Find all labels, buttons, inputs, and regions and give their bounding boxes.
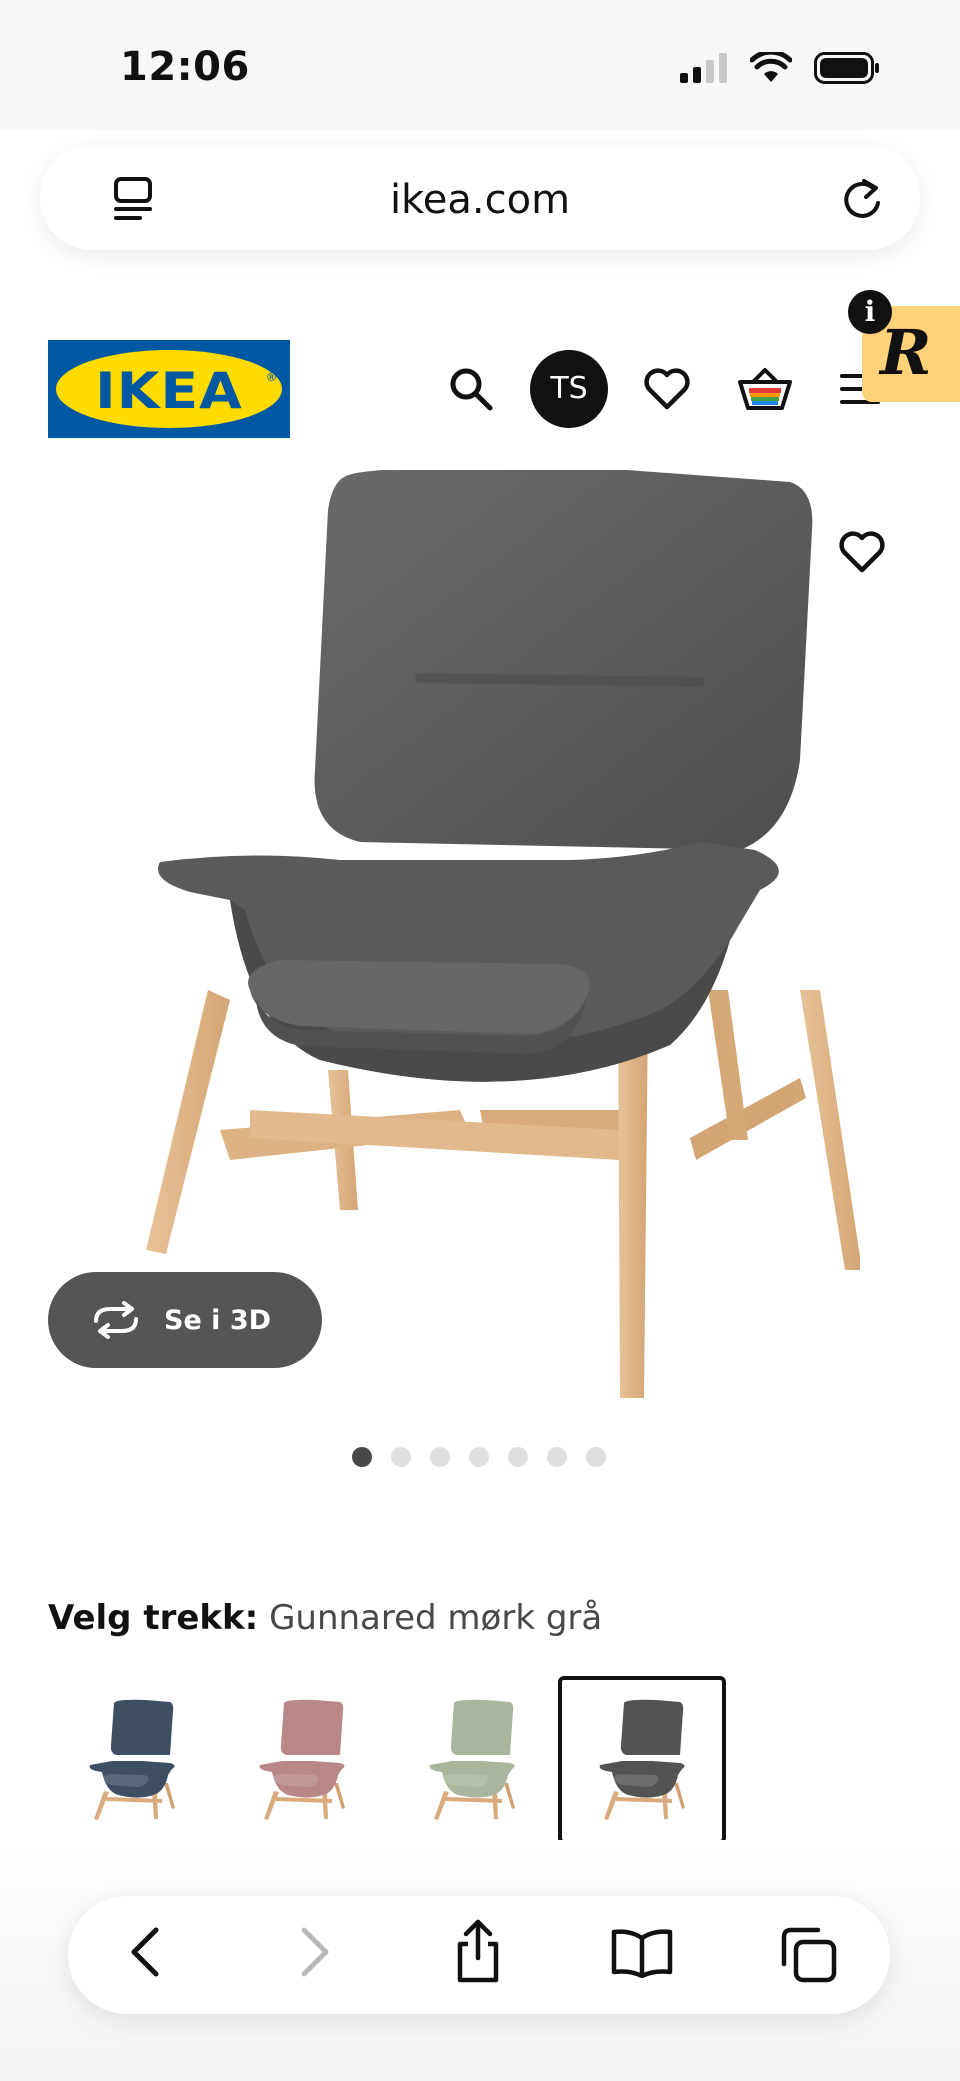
extension-badge-letter: R: [880, 316, 932, 389]
carousel-dot[interactable]: [586, 1447, 606, 1467]
variant-label: Velg trekk: Gunnared mørk grå: [48, 1598, 602, 1638]
bookmarks-icon[interactable]: [610, 1928, 674, 1978]
reload-icon[interactable]: [838, 173, 886, 223]
chair-thumbnail: [599, 1699, 685, 1820]
browser-toolbar: [68, 1896, 890, 2014]
search-icon[interactable]: [448, 366, 494, 412]
cellular-signal-icon: [680, 53, 727, 83]
logo-registered-mark: ®: [267, 370, 276, 384]
variant-swatch[interactable]: [218, 1676, 386, 1844]
carousel-dot[interactable]: [391, 1447, 411, 1467]
wifi-icon: [750, 52, 792, 82]
carousel-dots[interactable]: [352, 1447, 606, 1467]
address-bar[interactable]: ikea.com: [40, 145, 920, 250]
tabs-icon[interactable]: [780, 1926, 838, 1984]
status-icons: [680, 52, 880, 84]
back-icon[interactable]: [126, 1924, 166, 1980]
carousel-dot[interactable]: [469, 1447, 489, 1467]
variant-swatch[interactable]: [388, 1676, 556, 1844]
share-icon[interactable]: [452, 1918, 504, 1984]
view-3d-button[interactable]: Se i 3D: [48, 1272, 322, 1368]
variant-swatches: [48, 1676, 726, 1844]
battery-icon: [814, 52, 879, 84]
carousel-dot[interactable]: [508, 1447, 528, 1467]
rotate-3d-icon: [94, 1301, 138, 1339]
variant-label-title: Velg trekk:: [48, 1598, 259, 1638]
chair-thumbnail: [429, 1699, 515, 1820]
variant-swatch[interactable]: [48, 1676, 216, 1844]
chair-thumbnail: [259, 1699, 345, 1820]
variant-swatch[interactable]: [558, 1676, 726, 1844]
ikea-logo[interactable]: IKEA ®: [48, 340, 290, 438]
url-text[interactable]: ikea.com: [40, 177, 920, 223]
carousel-dot[interactable]: [352, 1447, 372, 1467]
status-time: 12:06: [120, 44, 250, 90]
carousel-dot[interactable]: [430, 1447, 450, 1467]
view-3d-label: Se i 3D: [164, 1304, 272, 1336]
variant-selected-value: Gunnared mørk grå: [269, 1598, 603, 1638]
status-bar: 12:06: [0, 0, 960, 130]
logo-text: IKEA: [95, 362, 243, 420]
forward-icon[interactable]: [294, 1924, 334, 1980]
product-wishlist-heart-icon[interactable]: [838, 530, 886, 574]
carousel-dot[interactable]: [547, 1447, 567, 1467]
wishlist-heart-icon[interactable]: [644, 368, 690, 410]
avatar[interactable]: TS: [530, 350, 608, 428]
extension-info-icon[interactable]: i: [848, 290, 892, 334]
chair-thumbnail: [89, 1699, 175, 1820]
shopping-basket-icon[interactable]: [736, 364, 794, 414]
